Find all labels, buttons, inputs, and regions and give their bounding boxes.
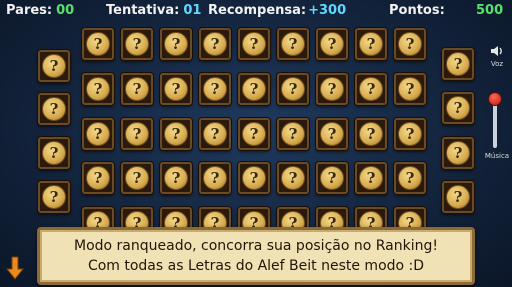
card-facedown[interactable]: ? <box>442 137 474 169</box>
card-facedown[interactable]: ? <box>394 28 426 60</box>
card-question-mark: ? <box>203 122 227 146</box>
card-facedown[interactable]: ? <box>38 181 70 213</box>
message-panel: Modo ranqueado, concorra sua posição no … <box>37 227 475 285</box>
card-question-mark: ? <box>164 122 188 146</box>
card-facedown[interactable]: ? <box>160 118 192 150</box>
card-facedown[interactable]: ? <box>199 73 231 105</box>
card-question-mark: ? <box>164 77 188 101</box>
card-facedown[interactable]: ? <box>277 73 309 105</box>
card-question-mark: ? <box>42 54 66 78</box>
card-facedown[interactable]: ? <box>38 93 70 125</box>
card-question-mark: ? <box>164 32 188 56</box>
card-question-mark: ? <box>242 166 266 190</box>
card-question-mark: ? <box>398 32 422 56</box>
card-facedown[interactable]: ? <box>82 118 114 150</box>
card-question-mark: ? <box>125 122 149 146</box>
card-question-mark: ? <box>281 122 305 146</box>
card-question-mark: ? <box>320 32 344 56</box>
card-question-mark: ? <box>398 166 422 190</box>
voice-toggle[interactable]: Voz <box>486 44 508 68</box>
card-question-mark: ? <box>446 141 470 165</box>
card-facedown[interactable]: ? <box>277 28 309 60</box>
card-question-mark: ? <box>125 32 149 56</box>
card-question-mark: ? <box>86 166 110 190</box>
music-label: Música <box>484 152 510 160</box>
card-question-mark: ? <box>86 32 110 56</box>
card-question-mark: ? <box>242 122 266 146</box>
card-facedown[interactable]: ? <box>38 50 70 82</box>
message-line-1: Modo ranqueado, concorra sua posição no … <box>73 238 438 254</box>
card-question-mark: ? <box>281 77 305 101</box>
card-question-mark: ? <box>281 32 305 56</box>
card-facedown[interactable]: ? <box>442 181 474 213</box>
card-facedown[interactable]: ? <box>82 162 114 194</box>
card-facedown[interactable]: ? <box>316 28 348 60</box>
card-question-mark: ? <box>242 32 266 56</box>
card-question-mark: ? <box>320 122 344 146</box>
card-facedown[interactable]: ? <box>394 118 426 150</box>
card-facedown[interactable]: ? <box>394 162 426 194</box>
card-facedown[interactable]: ? <box>199 162 231 194</box>
card-question-mark: ? <box>446 185 470 209</box>
card-facedown[interactable]: ? <box>199 28 231 60</box>
card-question-mark: ? <box>86 122 110 146</box>
music-slider-knob[interactable] <box>488 92 502 106</box>
card-facedown[interactable]: ? <box>442 48 474 80</box>
card-question-mark: ? <box>446 96 470 120</box>
card-facedown[interactable]: ? <box>121 162 153 194</box>
card-question-mark: ? <box>125 166 149 190</box>
card-facedown[interactable]: ? <box>277 162 309 194</box>
card-question-mark: ? <box>242 77 266 101</box>
card-facedown[interactable]: ? <box>316 73 348 105</box>
card-question-mark: ? <box>398 77 422 101</box>
card-facedown[interactable]: ? <box>316 118 348 150</box>
card-question-mark: ? <box>203 32 227 56</box>
card-question-mark: ? <box>398 122 422 146</box>
card-facedown[interactable]: ? <box>277 118 309 150</box>
down-arrow-icon[interactable] <box>6 256 24 280</box>
card-facedown[interactable]: ? <box>316 162 348 194</box>
card-question-mark: ? <box>281 166 305 190</box>
card-question-mark: ? <box>446 52 470 76</box>
card-facedown[interactable]: ? <box>238 73 270 105</box>
card-question-mark: ? <box>42 97 66 121</box>
music-slider[interactable]: Música <box>482 92 512 164</box>
card-facedown[interactable]: ? <box>121 28 153 60</box>
card-question-mark: ? <box>359 77 383 101</box>
card-facedown[interactable]: ? <box>394 73 426 105</box>
card-question-mark: ? <box>320 166 344 190</box>
card-facedown[interactable]: ? <box>121 118 153 150</box>
card-question-mark: ? <box>359 166 383 190</box>
speaker-icon[interactable] <box>490 44 504 58</box>
card-question-mark: ? <box>203 77 227 101</box>
card-facedown[interactable]: ? <box>38 137 70 169</box>
card-question-mark: ? <box>125 77 149 101</box>
card-question-mark: ? <box>86 77 110 101</box>
card-facedown[interactable]: ? <box>121 73 153 105</box>
card-facedown[interactable]: ? <box>355 118 387 150</box>
card-facedown[interactable]: ? <box>355 28 387 60</box>
card-question-mark: ? <box>359 122 383 146</box>
card-question-mark: ? <box>42 185 66 209</box>
card-facedown[interactable]: ? <box>82 73 114 105</box>
card-question-mark: ? <box>164 166 188 190</box>
card-question-mark: ? <box>203 166 227 190</box>
card-facedown[interactable]: ? <box>82 28 114 60</box>
card-facedown[interactable]: ? <box>355 73 387 105</box>
card-facedown[interactable]: ? <box>160 28 192 60</box>
card-facedown[interactable]: ? <box>199 118 231 150</box>
card-question-mark: ? <box>359 32 383 56</box>
card-facedown[interactable]: ? <box>238 162 270 194</box>
message-line-2: Com todas as Letras do Alef Beit neste m… <box>87 258 425 274</box>
card-question-mark: ? <box>42 141 66 165</box>
voice-label: Voz <box>490 60 504 68</box>
card-facedown[interactable]: ? <box>442 92 474 124</box>
card-facedown[interactable]: ? <box>355 162 387 194</box>
card-facedown[interactable]: ? <box>160 73 192 105</box>
card-question-mark: ? <box>320 77 344 101</box>
card-facedown[interactable]: ? <box>238 28 270 60</box>
card-facedown[interactable]: ? <box>238 118 270 150</box>
card-facedown[interactable]: ? <box>160 162 192 194</box>
